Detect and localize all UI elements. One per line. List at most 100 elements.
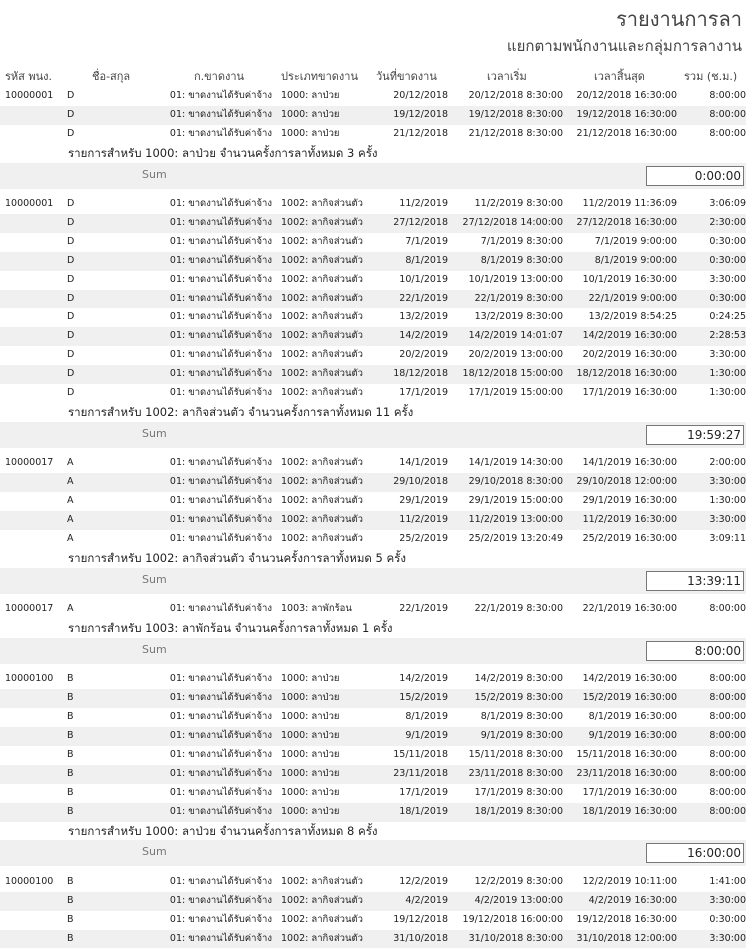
report-group: 10000017 A 01: ขาดงานได้รับค่าจ้าง 1003: ลา…: [0, 600, 746, 670]
employee-name-cell: A: [67, 457, 74, 469]
total-hours-cell: 8:00:00: [709, 127, 746, 139]
absence-date-cell: 22/1/2019: [399, 603, 448, 615]
report-group: 10000100 B 01: ขาดงานได้รับค่าจ้าง 1002: ลา…: [0, 873, 746, 948]
sum-label: Sum: [142, 642, 167, 656]
table-row: B 01: ขาดงานได้รับค่าจ้าง 1000: ลาป่วย 8/1/…: [0, 708, 746, 727]
table-row: A 01: ขาดงานได้รับค่าจ้าง 1002: ลากิจส่วนต…: [0, 510, 746, 530]
end-time-cell: 20/12/2018 16:30:00: [576, 90, 677, 101]
end-time-cell: 17/1/2019 16:30:00: [582, 386, 677, 398]
employee-id-cell: 10000001: [5, 90, 54, 101]
employee-name-cell: D: [67, 254, 75, 266]
absence-date-cell: 14/2/2019: [399, 330, 448, 342]
table-row: D 01: ขาดงานได้รับค่าจ้าง 1000: ลาป่วย 19/1…: [0, 105, 746, 125]
end-time-cell: 9/1/2019 16:30:00: [588, 730, 677, 742]
employee-name-cell: D: [67, 216, 75, 228]
absence-group-cell: 01: ขาดงานได้รับค่าจ้าง: [169, 349, 272, 361]
absence-type-cell: 1002: ลากิจส่วนตัว: [281, 894, 364, 906]
end-time-cell: 31/10/2018 12:00:00: [576, 932, 677, 944]
total-hours-cell: 0:30:00: [709, 292, 746, 304]
sum-value-box: 16:00:00: [646, 843, 744, 864]
start-time-cell: 15/2/2019 8:30:00: [474, 692, 563, 704]
absence-group-cell: 01: ขาดงานได้รับค่าจ้าง: [169, 532, 272, 544]
employee-id-cell: 10000100: [5, 875, 54, 887]
absence-group-cell: 01: ขาดงานได้รับค่าจ้าง: [169, 767, 272, 779]
absence-date-cell: 15/11/2018: [393, 748, 448, 760]
table-row: B 01: ขาดงานได้รับค่าจ้าง 1002: ลากิจส่วนต…: [0, 929, 746, 948]
absence-date-cell: 8/1/2019: [405, 254, 448, 266]
total-hours-cell: 8:00:00: [709, 108, 746, 120]
col-header-absence-group: ก.ขาดงาน: [194, 70, 245, 83]
total-hours-cell: 3:30:00: [709, 349, 746, 361]
absence-group-cell: 01: ขาดงานได้รับค่าจ้าง: [169, 730, 272, 742]
table-row: D 01: ขาดงานได้รับค่าจ้าง 1002: ลากิจส่วนต…: [0, 384, 746, 403]
start-time-cell: 20/2/2019 13:00:00: [468, 349, 563, 361]
absence-type-cell: 1002: ลากิจส่วนตัว: [281, 913, 364, 925]
total-hours-cell: 3:30:00: [709, 932, 746, 944]
start-time-cell: 27/12/2018 14:00:00: [462, 216, 563, 228]
total-hours-cell: 8:00:00: [709, 805, 746, 817]
end-time-cell: 8/1/2019 16:30:00: [588, 711, 677, 723]
absence-group-cell: 01: ขาดงานได้รับค่าจ้าง: [169, 273, 272, 285]
employee-name-cell: B: [67, 932, 74, 944]
end-time-cell: 8/1/2019 9:00:00: [594, 254, 677, 266]
start-time-cell: 18/12/2018 15:00:00: [462, 368, 563, 380]
start-time-cell: 19/12/2018 8:30:00: [468, 108, 563, 120]
end-time-cell: 11/2/2019 16:30:00: [582, 513, 677, 525]
end-time-cell: 23/11/2018 16:30:00: [576, 767, 677, 779]
total-hours-cell: 2:00:00: [709, 457, 746, 469]
start-time-cell: 4/2/2019 13:00:00: [474, 894, 563, 906]
absence-date-cell: 13/2/2019: [399, 311, 448, 323]
total-hours-cell: 8:00:00: [709, 90, 746, 101]
total-hours-cell: 8:00:00: [709, 767, 746, 779]
col-header-total-hours: รวม (ช.ม.): [684, 70, 738, 83]
employee-name-cell: B: [67, 673, 74, 685]
employee-name-cell: A: [67, 513, 74, 525]
start-time-cell: 29/1/2019 15:00:00: [468, 495, 563, 507]
absence-group-cell: 01: ขาดงานได้รับค่าจ้าง: [169, 805, 272, 817]
start-time-cell: 9/1/2019 8:30:00: [480, 730, 563, 742]
absence-group-cell: 01: ขาดงานได้รับค่าจ้าง: [169, 513, 272, 525]
employee-name-cell: B: [67, 748, 74, 760]
total-hours-cell: 3:09:11: [709, 532, 746, 544]
table-row: 10000017 A 01: ขาดงานได้รับค่าจ้าง 1003: ลา…: [0, 600, 746, 619]
table-row: D 01: ขาดงานได้รับค่าจ้าง 1002: ลากิจส่วนต…: [0, 327, 746, 347]
employee-name-cell: B: [67, 805, 74, 817]
employee-name-cell: D: [67, 330, 75, 342]
absence-date-cell: 22/1/2019: [399, 292, 448, 304]
employee-name-cell: B: [67, 692, 74, 704]
absence-type-cell: 1002: ลากิจส่วนตัว: [281, 198, 364, 210]
total-hours-cell: 1:41:00: [709, 875, 746, 887]
absence-date-cell: 18/12/2018: [393, 368, 448, 380]
start-time-cell: 31/10/2018 8:30:00: [468, 932, 563, 944]
report-group: 10000017 A 01: ขาดงานได้รับค่าจ้าง 1002: ลา…: [0, 454, 746, 600]
group-summary: รายการสำหรับ 1000: ลาป่วย จำนวนครั้งการล…: [68, 823, 378, 838]
table-row: B 01: ขาดงานได้รับค่าจ้าง 1000: ลาป่วย 15/1…: [0, 746, 746, 765]
table-row: 10000100 B 01: ขาดงานได้รับค่าจ้าง 1002: ลา…: [0, 873, 746, 892]
sum-row: Sum 0:00:00: [0, 162, 746, 189]
col-header-name: ชื่อ-สกุล: [92, 70, 131, 83]
start-time-cell: 8/1/2019 8:30:00: [480, 254, 563, 266]
start-time-cell: 23/11/2018 8:30:00: [468, 767, 563, 779]
absence-date-cell: 29/1/2019: [399, 495, 448, 507]
table-row: A 01: ขาดงานได้รับค่าจ้าง 1002: ลากิจส่วนต…: [0, 473, 746, 493]
employee-name-cell: D: [67, 349, 75, 361]
report-group: 10000100 B 01: ขาดงานได้รับค่าจ้าง 1000: ลา…: [0, 670, 746, 873]
employee-name-cell: B: [67, 711, 74, 723]
total-hours-cell: 3:30:00: [709, 894, 746, 906]
table-row: 10000001 D 01: ขาดงานได้รับค่าจ้าง 1002: ลา…: [0, 195, 746, 214]
absence-group-cell: 01: ขาดงานได้รับค่าจ้าง: [169, 913, 272, 925]
end-time-cell: 12/2/2019 10:11:00: [582, 875, 677, 887]
sum-row: Sum 13:39:11: [0, 567, 746, 594]
employee-name-cell: A: [67, 532, 74, 544]
start-time-cell: 11/2/2019 13:00:00: [468, 513, 563, 525]
absence-date-cell: 8/1/2019: [405, 711, 448, 723]
employee-name-cell: A: [67, 495, 74, 507]
absence-date-cell: 19/12/2018: [393, 913, 448, 925]
total-hours-cell: 2:28:53: [709, 330, 746, 342]
start-time-cell: 14/2/2019 8:30:00: [474, 673, 563, 685]
start-time-cell: 12/2/2019 8:30:00: [474, 875, 563, 887]
group-summary: รายการสำหรับ 1000: ลาป่วย จำนวนครั้งการล…: [68, 145, 378, 160]
total-hours-cell: 8:00:00: [709, 603, 746, 615]
absence-type-cell: 1000: ลาป่วย: [281, 90, 340, 101]
absence-type-cell: 1000: ลาป่วย: [281, 673, 340, 685]
